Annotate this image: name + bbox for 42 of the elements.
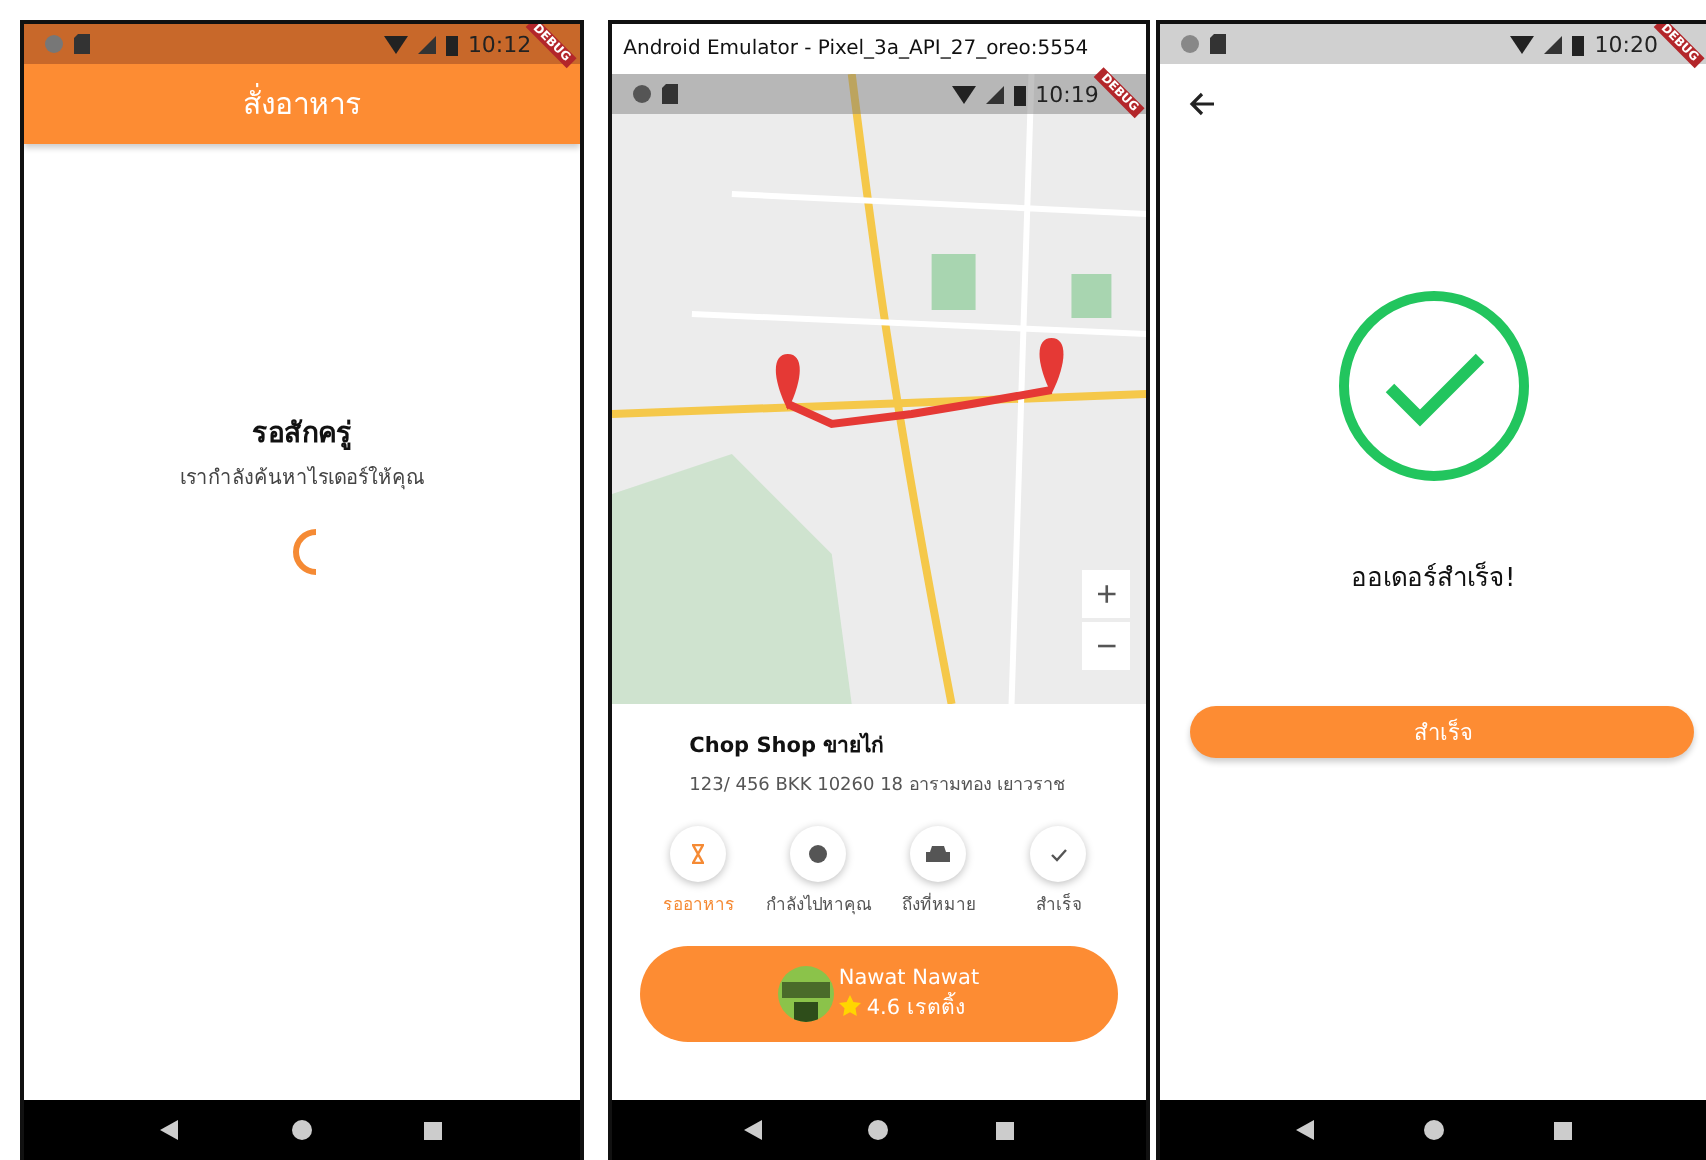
recents-nav-icon[interactable] bbox=[424, 1121, 443, 1139]
wifi-icon bbox=[383, 35, 408, 53]
battery-icon bbox=[445, 33, 458, 55]
zoom-in-button[interactable]: + bbox=[1082, 570, 1131, 618]
app-bar-title: สั่งอาหาร bbox=[242, 81, 361, 126]
driver-name: Nawat Nawat bbox=[838, 965, 980, 989]
back-nav-icon[interactable] bbox=[1295, 1120, 1314, 1140]
zoom-out-button[interactable]: − bbox=[1082, 622, 1131, 670]
notification-dot-icon bbox=[44, 34, 64, 54]
notification-dot-icon bbox=[631, 84, 652, 104]
status-time: 10:12 bbox=[467, 31, 532, 57]
back-nav-icon[interactable] bbox=[160, 1120, 179, 1140]
success-message: ออเดอร์สำเร็จ! bbox=[1351, 559, 1516, 598]
signal-icon bbox=[985, 85, 1004, 103]
driver-rating: 4.6 เรตติ้ง bbox=[866, 990, 965, 1023]
recents-nav-icon[interactable] bbox=[995, 1121, 1014, 1139]
home-nav-icon[interactable] bbox=[291, 1120, 312, 1140]
sd-card-icon bbox=[74, 34, 90, 54]
step-label[interactable]: กำลังไปหาคุณ bbox=[765, 890, 872, 918]
sd-card-icon bbox=[1210, 34, 1227, 54]
wifi-icon bbox=[1510, 35, 1535, 53]
shop-name: Chop Shop ขายไก่ bbox=[689, 730, 886, 762]
wifi-icon bbox=[951, 85, 976, 103]
back-arrow-icon[interactable] bbox=[1188, 92, 1217, 116]
success-check-icon bbox=[1335, 288, 1532, 484]
notification-dot-icon bbox=[1180, 34, 1201, 54]
signal-icon bbox=[1544, 35, 1563, 53]
window-title: Android Emulator - Pixel_3a_API_27_oreo:5554 bbox=[623, 38, 1089, 60]
waiting-title: รอสักครู่ bbox=[251, 415, 352, 453]
battery-icon bbox=[1572, 33, 1585, 55]
home-nav-icon[interactable] bbox=[868, 1120, 889, 1140]
home-nav-icon[interactable] bbox=[1423, 1120, 1444, 1140]
waiting-message: เรากำลังค้นหาไรเดอร์ให้คุณ bbox=[179, 464, 424, 491]
step-label[interactable]: ถึงที่หมาย bbox=[901, 890, 976, 918]
recents-nav-icon[interactable] bbox=[1553, 1121, 1572, 1139]
star-icon bbox=[838, 994, 863, 1018]
step-label[interactable]: สำเร็จ bbox=[1035, 890, 1082, 918]
shop-address: 123/ 456 BKK 10260 18 อารามทอง เยาวราช bbox=[689, 774, 1067, 798]
back-nav-icon[interactable] bbox=[744, 1120, 763, 1140]
signal-icon bbox=[417, 35, 436, 53]
status-time: 10:20 bbox=[1594, 31, 1658, 57]
status-time: 10:19 bbox=[1035, 81, 1099, 107]
